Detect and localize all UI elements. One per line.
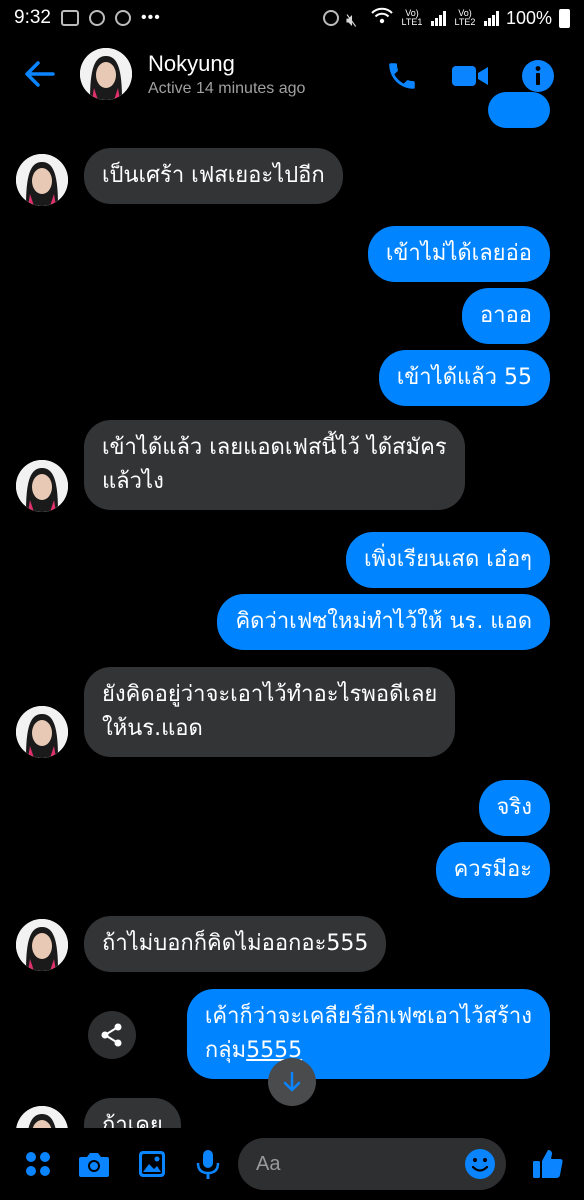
active-status: Active 14 minutes ago bbox=[148, 80, 306, 97]
sender-avatar[interactable] bbox=[16, 919, 68, 971]
message-bubble-incoming[interactable]: เข้าได้แล้ว เลยแอดเฟสนี้ไว้ ได้สมัคร แล้… bbox=[84, 420, 465, 510]
wifi-icon bbox=[371, 7, 393, 30]
emoji-icon[interactable] bbox=[464, 1148, 496, 1180]
message-bubble-outgoing[interactable]: เพิ่งเรียนเสด เอ๋อๆ bbox=[345, 532, 550, 588]
message-bubble-outgoing[interactable]: เข้าไม่ได้เลยอ่อ bbox=[367, 226, 550, 282]
more-actions-icon[interactable] bbox=[20, 1146, 56, 1182]
more-notifications-icon: ••• bbox=[140, 9, 161, 26]
signal-2-icon bbox=[483, 10, 499, 26]
message-line: เข้าได้แล้ว เลยแอดเฟสนี้ไว้ ได้สมัคร bbox=[102, 435, 447, 460]
mute-icon: 🔇︎ bbox=[345, 10, 358, 30]
message-bubble-outgoing-partial[interactable] bbox=[488, 92, 550, 128]
message-bubble-outgoing[interactable]: จริง bbox=[478, 780, 550, 836]
contact-avatar[interactable] bbox=[80, 48, 132, 100]
message-line: ให้นร.แอด bbox=[102, 716, 203, 741]
composer-bar bbox=[0, 1128, 584, 1200]
message-line: ยังคิดอยู่ว่าจะเอาไว้ทำอะไรพอดีเลย bbox=[102, 682, 438, 707]
message-line: แล้วไง bbox=[102, 469, 164, 494]
alarm-icon bbox=[322, 10, 339, 26]
message-line: เค้าก็ว่าจะเคลียร์อีกเฟซเอาไว้สร้าง bbox=[204, 1004, 532, 1029]
like-thumbs-up-icon[interactable] bbox=[530, 1146, 566, 1182]
message-input-container[interactable] bbox=[238, 1138, 506, 1190]
sender-avatar[interactable] bbox=[16, 460, 68, 512]
phone-icon[interactable] bbox=[382, 56, 422, 96]
message-text: กลุ่ม bbox=[204, 1038, 247, 1063]
info-icon[interactable] bbox=[518, 56, 558, 96]
sender-avatar[interactable] bbox=[16, 154, 68, 206]
gallery-notification-icon bbox=[60, 10, 79, 26]
line-notification-icon bbox=[88, 10, 105, 26]
battery-percent: 100% bbox=[505, 7, 552, 28]
camera-icon[interactable] bbox=[76, 1146, 112, 1182]
message-bubble-outgoing[interactable]: เข้าได้แล้ว 55 bbox=[378, 350, 550, 406]
battery-icon bbox=[559, 8, 570, 28]
back-arrow-icon[interactable] bbox=[22, 56, 58, 92]
message-bubble-incoming[interactable]: ถ้าไม่บอกก็คิดไม่ออกอะ555 bbox=[84, 916, 387, 972]
scroll-to-bottom-button[interactable] bbox=[268, 1058, 316, 1106]
arrow-down-icon bbox=[283, 1071, 301, 1092]
share-icon[interactable] bbox=[88, 1011, 136, 1059]
message-bubble-incoming[interactable]: ยังคิดอยู่ว่าจะเอาไว้ทำอะไรพอดีเลย ให้นร… bbox=[84, 667, 456, 757]
signal-1-icon bbox=[430, 10, 446, 26]
video-call-icon[interactable] bbox=[450, 56, 490, 96]
network-2-label: Vo) LTE2 bbox=[454, 8, 476, 27]
message-input[interactable] bbox=[256, 1152, 456, 1176]
microphone-icon[interactable] bbox=[190, 1146, 226, 1182]
message-bubble-outgoing[interactable]: คิดว่าเฟซใหม่ทำไว้ให้ นร. แอด bbox=[217, 594, 550, 650]
message-bubble-outgoing[interactable]: เค้าก็ว่าจะเคลียร์อีกเฟซเอาไว้สร้าง กลุ่… bbox=[186, 989, 550, 1079]
status-time: 9:32 bbox=[14, 7, 51, 28]
message-bubble-incoming[interactable]: เป็นเศร้า เฟสเยอะไปอีก bbox=[84, 148, 343, 204]
gallery-icon[interactable] bbox=[134, 1146, 170, 1182]
message-bubble-outgoing[interactable]: ควรมีอะ bbox=[435, 842, 550, 898]
network-1-label: Vo) LTE1 bbox=[401, 8, 423, 27]
message-line: กลุ่ม5555 bbox=[205, 1034, 532, 1068]
status-bar: 9:32 ••• 🔇︎ Vo) LTE1 Vo) LTE2 100% bbox=[0, 0, 584, 36]
sender-avatar[interactable] bbox=[16, 706, 68, 758]
contact-name: Nokyung bbox=[148, 51, 235, 76]
accessibility-icon bbox=[114, 10, 131, 26]
message-bubble-outgoing[interactable]: อาออ bbox=[462, 288, 550, 344]
